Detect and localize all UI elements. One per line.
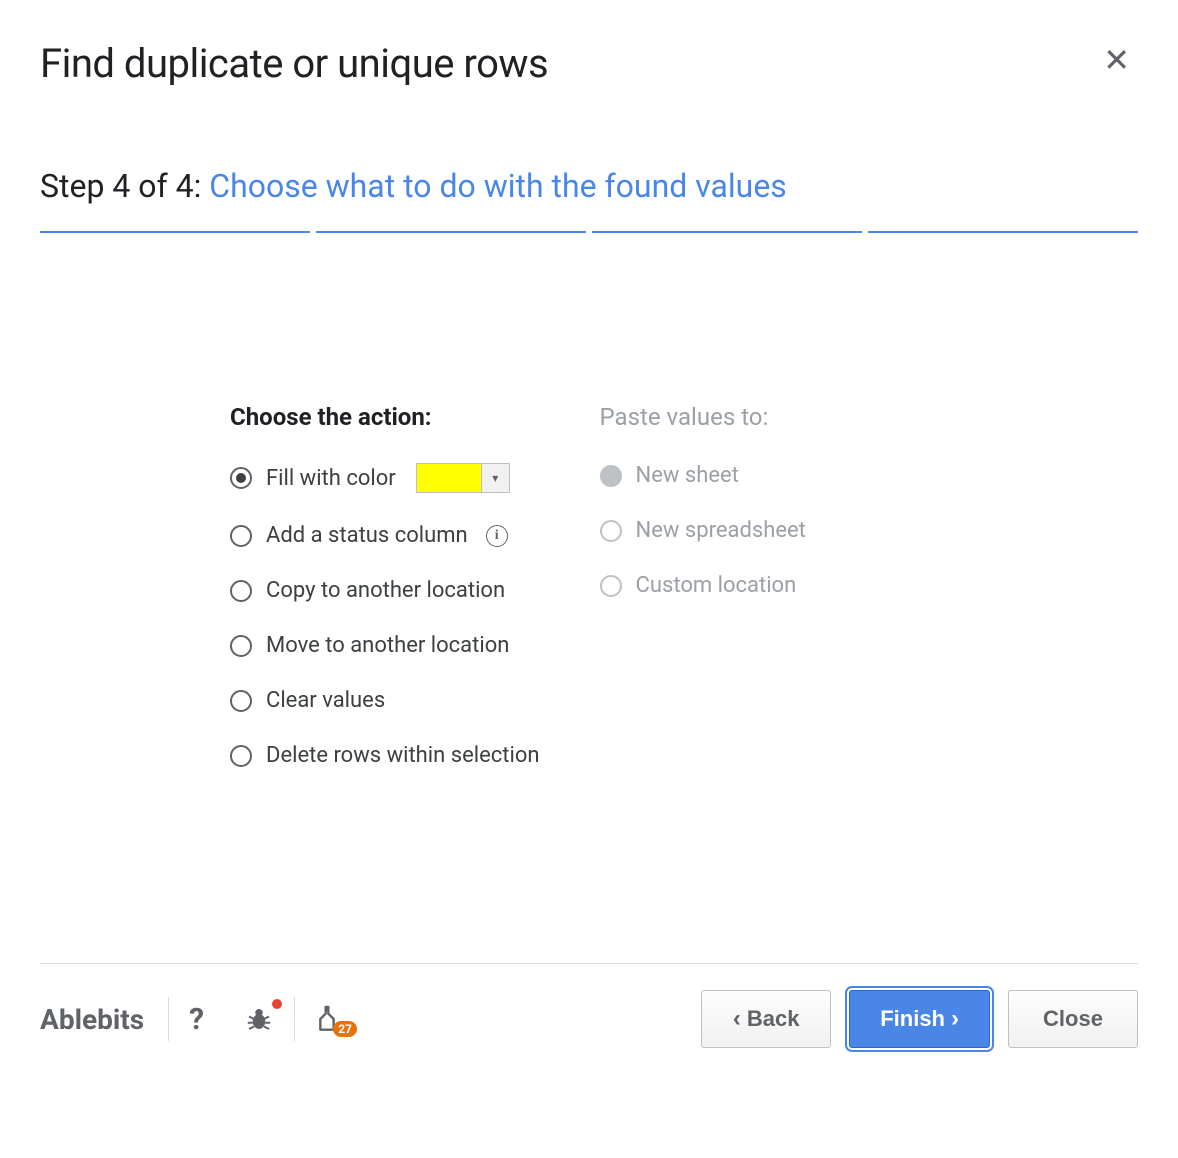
help-icon: ? [189,1002,204,1037]
action-clear-values[interactable]: Clear values [230,688,540,713]
progress-bar [40,231,1138,233]
finish-label: Finish [880,1006,945,1031]
action-label: Move to another location [266,633,509,658]
radio-icon [230,467,252,489]
radio-icon [230,690,252,712]
paste-custom-location: Custom location [600,573,806,598]
actions-column: Choose the action: Fill with color ▾ Add… [230,403,540,798]
paste-label: New sheet [636,463,739,488]
paste-label: Custom location [636,573,797,598]
close-icon[interactable]: ✕ [1095,40,1138,80]
radio-icon [230,635,252,657]
step-instruction: Choose what to do with the found values [209,167,787,205]
help-button[interactable]: ? [169,997,224,1041]
bug-icon [244,1004,274,1034]
footer-right: Back Finish Close [701,990,1138,1048]
paste-new-sheet: New sheet [600,463,806,488]
radio-icon [230,745,252,767]
dialog-footer: Ablebits ? 27 [40,963,1138,1048]
color-picker[interactable]: ▾ [416,463,510,493]
dialog-title: Find duplicate or unique rows [40,40,548,87]
progress-segment [592,231,862,233]
badge-count: 27 [333,1021,357,1037]
action-add-status-column[interactable]: Add a status column i [230,523,540,548]
action-label: Clear values [266,688,385,713]
back-label: Back [747,1006,800,1031]
action-label: Add a status column [266,523,468,548]
close-button[interactable]: Close [1008,990,1138,1048]
finish-button[interactable]: Finish [849,990,990,1048]
radio-icon [600,575,622,597]
content-area: Choose the action: Fill with color ▾ Add… [40,403,1138,798]
footer-left: Ablebits ? 27 [40,997,367,1041]
radio-icon [230,525,252,547]
step-heading: Step 4 of 4: Choose what to do with the … [40,167,1138,205]
dropdown-arrow-icon: ▾ [481,464,509,492]
paste-label: New spreadsheet [636,518,806,543]
paste-column: Paste values to: New sheet New spreadshe… [600,403,806,798]
info-icon[interactable]: i [486,525,508,547]
paste-new-spreadsheet: New spreadsheet [600,518,806,543]
bug-report-button[interactable] [224,997,294,1041]
brand-label: Ablebits [40,1003,168,1036]
action-label: Fill with color [266,466,396,491]
action-delete-rows[interactable]: Delete rows within selection [230,743,540,768]
notification-dot-icon [272,999,282,1009]
action-fill-color[interactable]: Fill with color ▾ [230,463,540,493]
action-label: Delete rows within selection [266,743,540,768]
step-prefix: Step 4 of 4: [40,167,209,205]
progress-segment [868,231,1138,233]
back-button[interactable]: Back [701,990,831,1048]
action-label: Copy to another location [266,578,505,603]
radio-icon [600,465,622,487]
paste-heading: Paste values to: [600,403,806,431]
action-copy-location[interactable]: Copy to another location [230,578,540,603]
color-swatch [417,464,481,492]
radio-icon [230,580,252,602]
progress-segment [40,231,310,233]
radio-icon [600,520,622,542]
progress-segment [316,231,586,233]
schedule-button[interactable]: 27 [295,997,367,1041]
dialog-header: Find duplicate or unique rows ✕ [40,40,1138,87]
action-move-location[interactable]: Move to another location [230,633,540,658]
actions-heading: Choose the action: [230,403,540,431]
